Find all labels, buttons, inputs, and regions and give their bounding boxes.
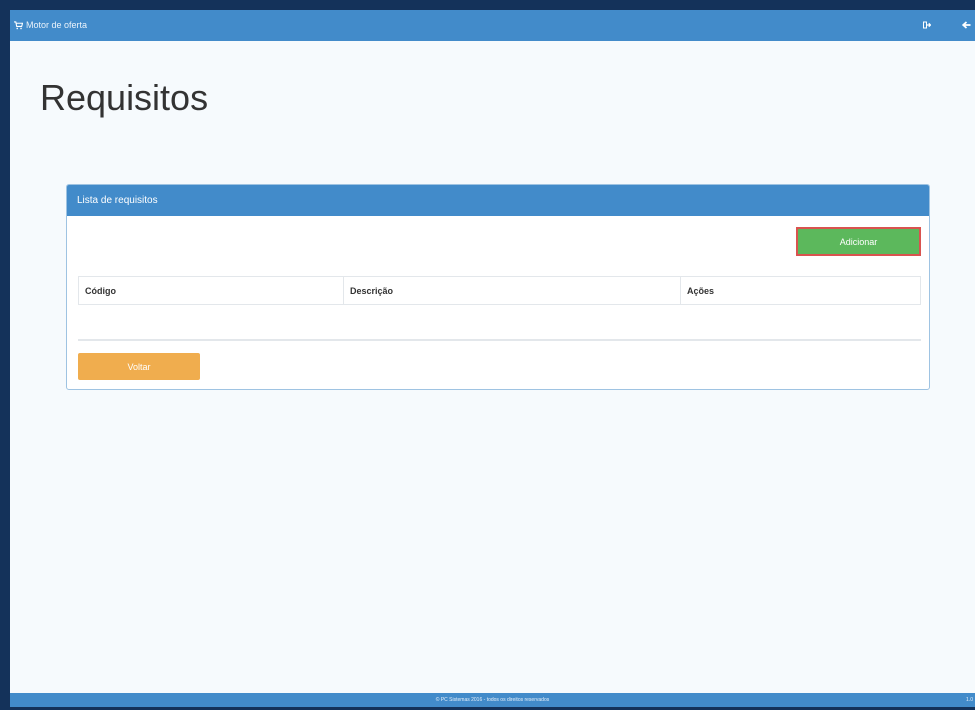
column-header-descricao[interactable]: Descrição: [343, 276, 681, 305]
navbar-brand[interactable]: Motor de oferta: [14, 19, 87, 31]
footer-copyright: © PC Sistemas 2016 - todos os direitos r…: [435, 697, 550, 703]
page-title: Requisitos: [40, 77, 209, 118]
requirements-table: Código Descrição Ações: [78, 276, 921, 305]
navbar-brand-label: Motor de oferta: [26, 20, 88, 30]
requirements-panel: Lista de requisitos Adicionar Código Des…: [66, 184, 930, 390]
logout-button[interactable]: [920, 18, 934, 32]
panel-heading: Lista de requisitos: [67, 185, 929, 216]
arrow-left-icon: [961, 21, 970, 29]
back-nav-button[interactable]: [959, 18, 973, 32]
top-navbar: Motor de oferta: [10, 10, 975, 41]
column-header-acoes[interactable]: Ações: [680, 276, 921, 305]
column-header-codigo[interactable]: Código: [78, 276, 344, 305]
back-button[interactable]: Voltar: [78, 353, 200, 380]
table-header-row: Código Descrição Ações: [78, 276, 921, 305]
footer-version: 1.0: [966, 697, 973, 703]
footer: © PC Sistemas 2016 - todos os direitos r…: [10, 693, 975, 707]
add-button[interactable]: Adicionar: [796, 227, 921, 256]
table-empty-divider: [78, 339, 921, 341]
sign-out-icon: [923, 21, 931, 29]
shopping-cart-icon: [14, 20, 23, 29]
